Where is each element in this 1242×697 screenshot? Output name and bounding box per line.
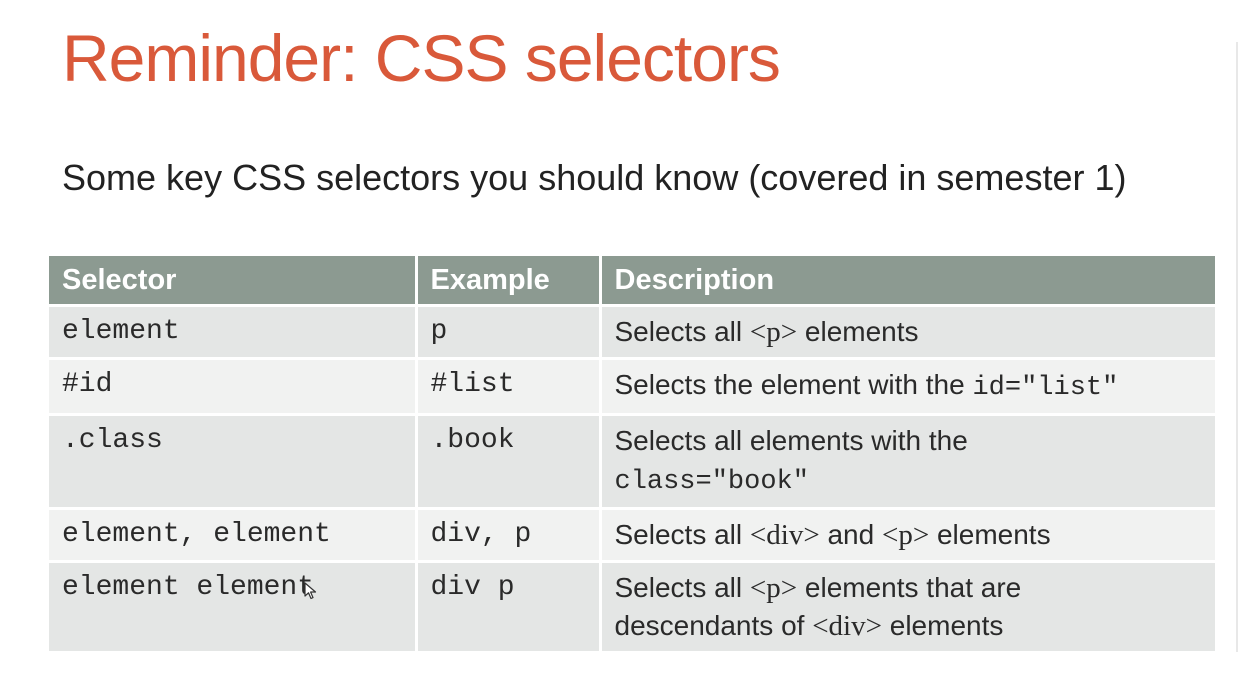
selector-cell: #id xyxy=(49,358,418,416)
selector-cell: .class xyxy=(49,414,418,510)
css-selectors-table: Selector Example Description element p S… xyxy=(49,256,1215,654)
example-cell: #list xyxy=(416,358,602,416)
code-snippet: id="list" xyxy=(972,372,1119,403)
description-text: Selects all xyxy=(614,518,750,550)
description-text: elements xyxy=(929,518,1051,550)
slide-title: Reminder: CSS selectors xyxy=(62,21,781,95)
description-text: Selects the element with the xyxy=(614,368,973,400)
html-tag-text: <p> xyxy=(881,518,930,551)
header-selector: Selector xyxy=(49,256,418,307)
table-row: element element div p Selects all <p> el… xyxy=(49,561,1215,654)
slide-edge-divider xyxy=(1236,42,1238,652)
table-row: element p Selects all <p> elements xyxy=(49,305,1215,360)
description-text: Selects all elements with the xyxy=(614,424,968,456)
selector-cell: element element xyxy=(49,561,418,654)
selector-cell: element, element xyxy=(49,508,418,563)
description-cell: Selects the element with the id="list" xyxy=(600,358,1215,416)
table-row: #id #list Selects the element with the i… xyxy=(49,358,1215,416)
description-text: elements that are xyxy=(797,571,1022,603)
table-header-row: Selector Example Description xyxy=(49,256,1215,307)
description-cell: Selects all <p> elements xyxy=(600,305,1215,360)
description-cell: Selects all <div> and <p> elements xyxy=(600,508,1215,563)
code-snippet: class="book" xyxy=(614,466,809,497)
description-text: descendants of xyxy=(614,609,813,641)
table-row: element, element div, p Selects all <div… xyxy=(49,508,1215,563)
mouse-pointer-icon xyxy=(304,582,317,600)
description-cell: Selects all <p> elements that are descen… xyxy=(600,561,1215,654)
example-cell: p xyxy=(416,305,602,360)
description-text: Selects all xyxy=(614,571,750,603)
html-tag-text: <p> xyxy=(749,315,798,348)
selector-cell: element xyxy=(49,305,418,360)
table-row: .class .book Selects all elements with t… xyxy=(49,414,1215,510)
description-text: and xyxy=(819,518,882,550)
html-tag-text: <p> xyxy=(749,571,798,604)
description-text: elements xyxy=(797,315,919,347)
example-cell: div, p xyxy=(416,508,602,563)
example-cell: .book xyxy=(416,414,602,510)
header-description: Description xyxy=(600,256,1215,307)
html-tag-text: <div> xyxy=(749,518,820,551)
slide-subtitle: Some key CSS selectors you should know (… xyxy=(62,157,1127,198)
description-text: elements xyxy=(881,609,1004,641)
example-cell: div p xyxy=(416,561,602,654)
html-tag-text: <div> xyxy=(812,609,882,642)
description-cell: Selects all elements with the class="boo… xyxy=(600,414,1215,510)
header-example: Example xyxy=(416,256,602,307)
description-text: Selects all xyxy=(614,315,750,347)
